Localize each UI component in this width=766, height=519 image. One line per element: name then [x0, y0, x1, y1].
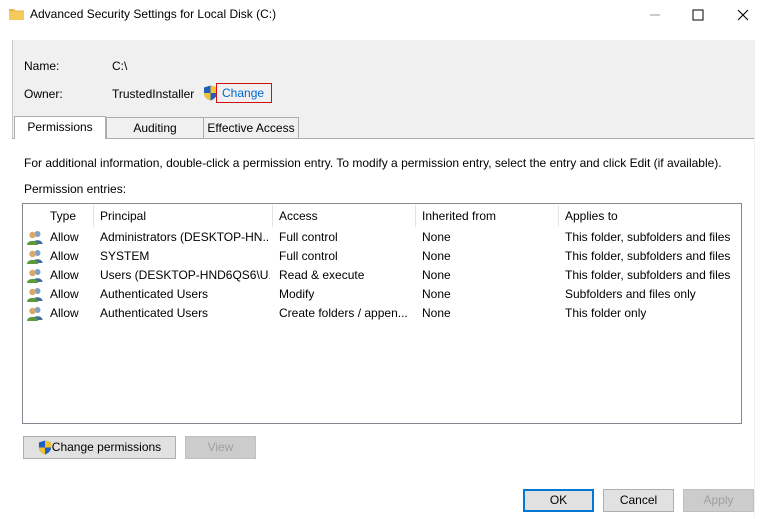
row-principal: Users (DESKTOP-HND6QS6\U... [100, 268, 270, 282]
tab-auditing[interactable]: Auditing [106, 117, 204, 138]
owner-label: Owner: [24, 87, 63, 101]
change-owner-link-text[interactable]: Change [222, 86, 264, 100]
column-divider[interactable] [415, 205, 416, 227]
row-type: Allow [50, 268, 79, 282]
users-icon [27, 231, 43, 245]
users-icon [27, 307, 43, 321]
row-principal: Administrators (DESKTOP-HN... [100, 230, 270, 244]
minimize-icon [649, 14, 660, 16]
row-applies-to: Subfolders and files only [565, 287, 696, 301]
table-row[interactable]: Allow Administrators (DESKTOP-HN... Full… [23, 228, 741, 247]
apply-button[interactable]: Apply [683, 489, 754, 512]
name-label: Name: [24, 59, 60, 73]
row-type: Allow [50, 306, 79, 320]
row-access: Create folders / appen... [279, 306, 408, 320]
table-row[interactable]: Allow SYSTEM Full control None This fold… [23, 247, 741, 266]
cancel-button[interactable]: Cancel [603, 489, 674, 512]
column-header-access[interactable]: Access [279, 204, 318, 228]
instructions-text: For additional information, double-click… [24, 156, 722, 170]
row-access: Full control [279, 230, 338, 244]
row-applies-to: This folder only [565, 306, 647, 320]
users-icon [27, 269, 43, 283]
row-inherited-from: None [422, 268, 451, 282]
minimize-button[interactable] [632, 0, 677, 30]
column-header-applies-to[interactable]: Applies to [565, 204, 618, 228]
name-value: C:\ [112, 59, 128, 73]
ok-button[interactable]: OK [523, 489, 594, 512]
folder-icon [9, 9, 24, 20]
row-inherited-from: None [422, 230, 451, 244]
change-permissions-button[interactable]: Change permissions [23, 436, 176, 459]
users-icon [27, 288, 43, 302]
title-bar[interactable]: Advanced Security Settings for Local Dis… [0, 0, 766, 30]
window-title: Advanced Security Settings for Local Dis… [30, 7, 277, 21]
row-inherited-from: None [422, 306, 451, 320]
maximize-button[interactable] [675, 0, 720, 30]
close-button[interactable] [720, 0, 765, 30]
column-header-type[interactable]: Type [50, 204, 76, 228]
row-access: Read & execute [279, 268, 365, 282]
table-row[interactable]: Allow Authenticated Users Create folders… [23, 304, 741, 323]
row-applies-to: This folder, subfolders and files [565, 249, 731, 263]
row-type: Allow [50, 287, 79, 301]
column-header-principal[interactable]: Principal [100, 204, 146, 228]
tab-permissions[interactable]: Permissions [14, 116, 106, 139]
view-button[interactable]: View [185, 436, 256, 459]
maximize-icon [692, 9, 703, 21]
permission-entries-label: Permission entries: [24, 182, 127, 196]
owner-value: TrustedInstaller [112, 87, 195, 101]
row-applies-to: This folder, subfolders and files [565, 268, 731, 282]
change-permissions-label: Change permissions [51, 440, 162, 454]
column-header-inherited-from[interactable]: Inherited from [422, 204, 496, 228]
table-row[interactable]: Allow Authenticated Users Modify None Su… [23, 285, 741, 304]
users-icon [27, 250, 43, 264]
row-principal: Authenticated Users [100, 287, 209, 301]
close-icon [737, 9, 748, 21]
change-owner-link[interactable]: Change [216, 83, 272, 103]
row-principal: SYSTEM [100, 249, 150, 263]
row-applies-to: This folder, subfolders and files [565, 230, 731, 244]
row-type: Allow [50, 230, 79, 244]
row-access: Full control [279, 249, 338, 263]
column-divider[interactable] [93, 205, 94, 227]
row-inherited-from: None [422, 287, 451, 301]
column-divider[interactable] [558, 205, 559, 227]
tab-effective-access[interactable]: Effective Access [203, 117, 299, 138]
uac-shield-icon [38, 440, 52, 455]
row-type: Allow [50, 249, 79, 263]
row-inherited-from: None [422, 249, 451, 263]
column-divider[interactable] [272, 205, 273, 227]
row-access: Modify [279, 287, 315, 301]
table-row[interactable]: Allow Users (DESKTOP-HND6QS6\U... Read &… [23, 266, 741, 285]
row-principal: Authenticated Users [100, 306, 209, 320]
